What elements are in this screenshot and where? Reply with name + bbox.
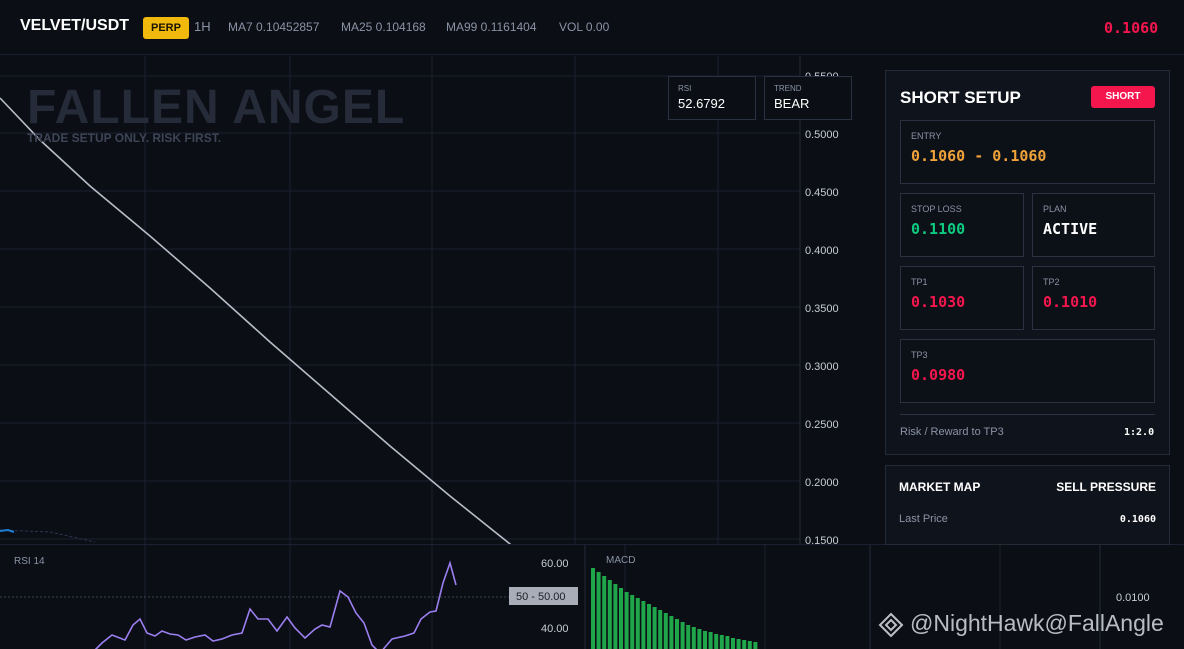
macd-bar	[641, 601, 646, 649]
volume-readout: VOL 0.00	[559, 20, 610, 34]
rsi-box-value: 52.6792	[678, 96, 725, 111]
macd-bar	[697, 629, 702, 649]
ma25-line	[0, 529, 96, 543]
tp2-label: TP2	[1043, 277, 1060, 287]
short-side-badge[interactable]: SHORT	[1091, 86, 1155, 108]
last-price-ticker: 0.1060	[1104, 19, 1159, 37]
trend-box: TREND BEAR	[764, 76, 852, 120]
macd-bar	[619, 588, 623, 649]
macd-bar	[691, 627, 696, 649]
tp2-value: 0.1010	[1043, 293, 1098, 311]
short-setup-panel: SHORT SETUP SHORT ENTRY 0.1060 - 0.1060 …	[885, 70, 1170, 455]
macd-bar	[669, 616, 674, 649]
macd-bar	[635, 598, 640, 649]
price-axis: 0.55000.50000.45000.40000.35000.30000.25…	[805, 71, 839, 544]
rsi-marker-label: 50 - 50.00	[516, 591, 566, 603]
price-axis-tick: 0.3000	[805, 361, 839, 373]
price-axis-tick: 0.4000	[805, 245, 839, 257]
diamond-logo-icon	[878, 612, 904, 638]
macd-bar	[607, 580, 612, 649]
macd-bar	[624, 592, 629, 649]
ma7-readout: MA7 0.10452857	[228, 20, 320, 34]
macd-bar	[602, 576, 607, 649]
watermark-subtitle: TRADE SETUP ONLY. RISK FIRST.	[27, 131, 222, 145]
price-axis-tick: 0.3500	[805, 303, 839, 315]
macd-bar	[613, 584, 618, 649]
symbol-title[interactable]: VELVET/USDT	[20, 17, 129, 35]
tp3-cell: TP3 0.0980	[900, 339, 1155, 403]
price-axis-tick: 0.5000	[805, 129, 839, 141]
macd-bar	[647, 604, 651, 649]
macd-bar	[591, 568, 595, 649]
ma7-line	[0, 528, 15, 533]
macd-bar	[747, 641, 752, 649]
macd-histogram	[591, 568, 758, 649]
price-axis-tick: 0.1500	[805, 535, 839, 544]
ma25-readout: MA25 0.104168	[341, 20, 426, 34]
watermark-title: FALLEN ANGEL	[27, 81, 406, 134]
macd-bar	[686, 625, 691, 649]
rsi-axis-40: 40.00	[541, 623, 569, 635]
entry-value: 0.1060 - 0.1060	[911, 147, 1047, 165]
macd-bar	[731, 638, 735, 649]
price-axis-tick: 0.4500	[805, 187, 839, 199]
price-axis-tick: 0.2500	[805, 419, 839, 431]
tp1-cell: TP1 0.1030	[900, 266, 1024, 330]
macd-bar	[658, 610, 663, 649]
plan-cell: PLAN ACTIVE	[1032, 193, 1155, 257]
risk-reward-label: Risk / Reward to TP3	[900, 426, 1004, 438]
divider	[900, 414, 1155, 415]
rsi-axis-60: 60.00	[541, 558, 569, 570]
market-status: SELL PRESSURE	[1056, 480, 1156, 494]
credit-watermark: @NightHawk@FallAngle	[910, 610, 1164, 636]
tp3-value: 0.0980	[911, 366, 966, 384]
market-map-title: MARKET MAP	[899, 480, 981, 494]
stop-loss-label: STOP LOSS	[911, 204, 962, 214]
plan-value: ACTIVE	[1043, 220, 1098, 238]
timeframe-selector[interactable]: 1H	[194, 19, 211, 34]
macd-bar	[675, 619, 679, 649]
rsi-box: RSI 52.6792	[668, 76, 756, 120]
ma99-line	[0, 97, 512, 544]
entry-cell: ENTRY 0.1060 - 0.1060	[900, 120, 1155, 184]
macd-bar	[736, 639, 741, 649]
contract-badge: PERP	[143, 17, 189, 39]
rsi-line	[94, 560, 457, 649]
price-axis-tick: 0.2000	[805, 477, 839, 489]
macd-bar	[663, 613, 668, 649]
macd-bar	[725, 636, 730, 649]
entry-label: ENTRY	[911, 131, 942, 141]
market-map-panel: MARKET MAP SELL PRESSURE Last Price 0.10…	[885, 465, 1170, 545]
setup-title: SHORT SETUP	[900, 88, 1021, 107]
tp2-cell: TP2 0.1010	[1032, 266, 1155, 330]
macd-axis-label: 0.0100	[1116, 592, 1150, 604]
macd-pane-title: MACD	[606, 555, 635, 566]
ma99-readout: MA99 0.1161404	[446, 20, 537, 34]
market-last-price-value: 0.1060	[1119, 514, 1156, 525]
rsi-pane-title: RSI 14	[14, 556, 45, 567]
stop-loss-cell: STOP LOSS 0.1100	[900, 193, 1024, 257]
tp1-value: 0.1030	[911, 293, 966, 311]
macd-bar	[630, 595, 635, 649]
price-chart[interactable]: 0.55000.50000.45000.40000.35000.30000.25…	[0, 56, 870, 544]
macd-bar	[753, 642, 758, 649]
tp3-label: TP3	[911, 350, 928, 360]
top-bar: VELVET/USDT PERP 1H MA7 0.10452857 MA25 …	[0, 0, 1184, 55]
macd-bar	[714, 634, 719, 649]
market-last-price-label: Last Price	[899, 513, 948, 525]
rsi-box-label: RSI	[678, 84, 692, 93]
macd-bar	[742, 640, 747, 649]
macd-bar	[652, 607, 657, 649]
tp1-label: TP1	[911, 277, 928, 287]
macd-bar	[596, 572, 601, 649]
macd-bar	[719, 635, 724, 649]
macd-bar	[703, 631, 707, 649]
trend-box-label: TREND	[774, 84, 802, 93]
macd-bar	[708, 632, 713, 649]
stop-loss-value: 0.1100	[911, 220, 966, 238]
trend-box-value: BEAR	[774, 96, 810, 111]
macd-bar	[680, 622, 685, 649]
risk-reward-value: 1:2.0	[1124, 427, 1155, 438]
plan-label: PLAN	[1043, 204, 1067, 214]
